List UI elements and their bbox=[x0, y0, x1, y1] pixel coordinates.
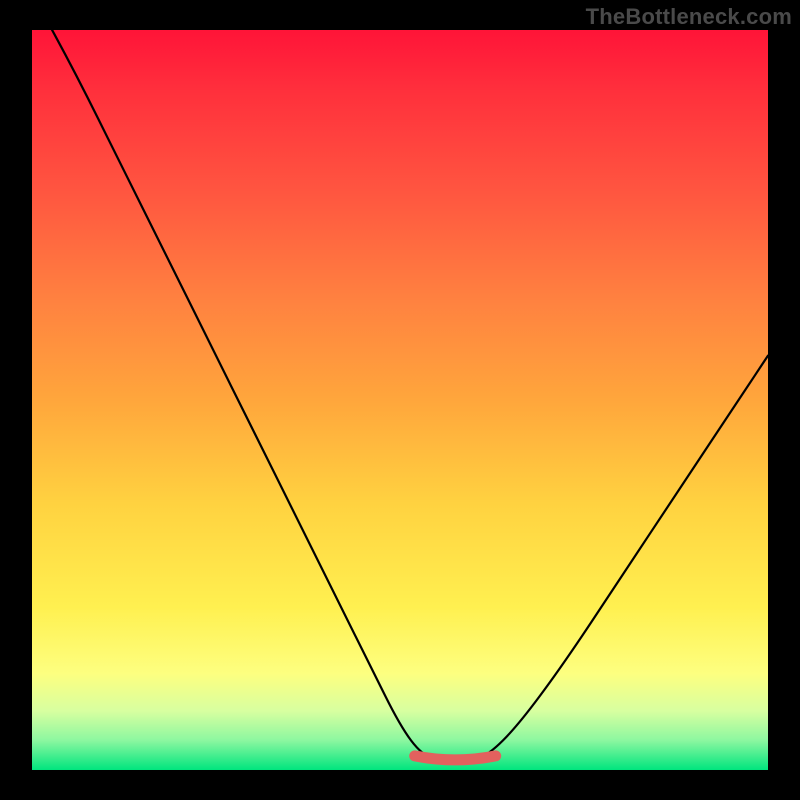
watermark-text: TheBottleneck.com bbox=[586, 4, 792, 30]
highlight-band bbox=[415, 756, 496, 760]
chart-frame: TheBottleneck.com bbox=[0, 0, 800, 800]
bottleneck-curve-path bbox=[32, 30, 768, 763]
curve-layer bbox=[32, 30, 768, 770]
plot-area bbox=[32, 30, 768, 770]
